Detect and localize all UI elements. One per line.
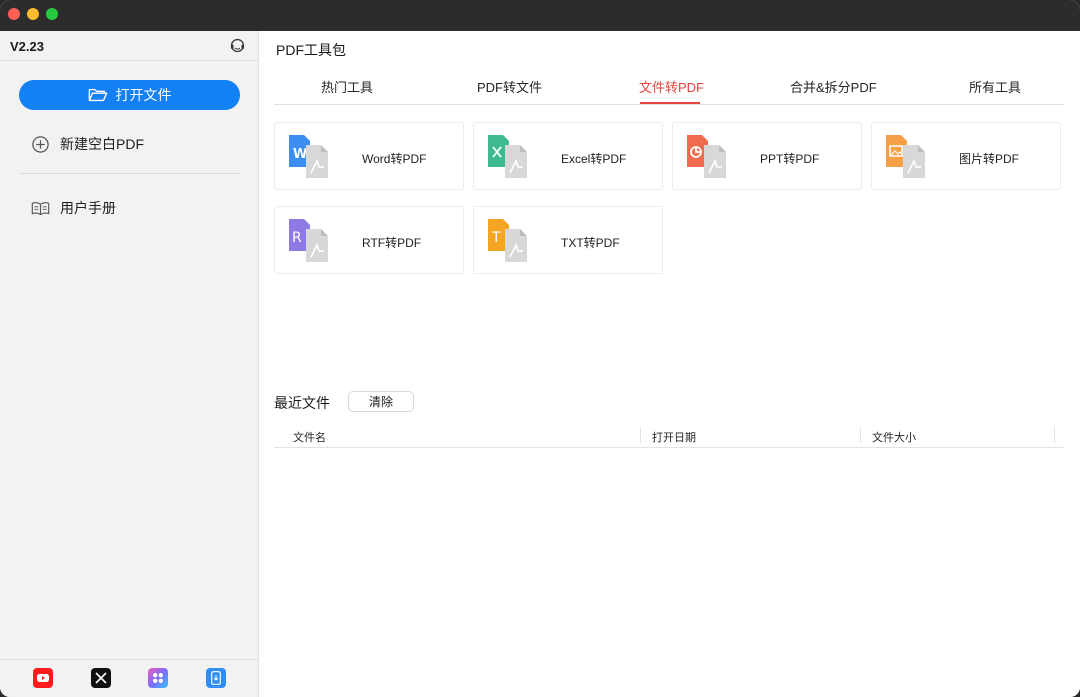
sidebar-divider <box>19 173 240 174</box>
column-header-file-name[interactable]: 文件名 <box>293 429 326 445</box>
tool-label: Excel转PDF <box>561 152 627 166</box>
tool-card-image-to-pdf[interactable]: 图片转PDF <box>871 122 1061 190</box>
txt-to-pdf-icon: T <box>488 219 527 262</box>
svg-text:W: W <box>293 147 307 162</box>
version-label: V2.23 <box>10 39 44 54</box>
column-separator[interactable] <box>640 427 641 443</box>
tool-card-word-to-pdf[interactable]: W Word转PDF <box>274 122 464 190</box>
sidebar: V2.23 打开文件 新建空白PDF 用户手册 <box>0 31 259 697</box>
app-window: V2.23 打开文件 新建空白PDF 用户手册 PDF工具包 热门工具 PDF转… <box>0 0 1080 697</box>
youtube-icon[interactable] <box>33 668 53 688</box>
tool-label: TXT转PDF <box>561 236 620 250</box>
title-bar <box>0 0 1080 31</box>
book-icon <box>31 201 50 215</box>
clear-recent-button[interactable]: 清除 <box>348 391 414 412</box>
column-separator[interactable] <box>860 427 861 443</box>
x-icon[interactable] <box>91 668 111 688</box>
ppt-to-pdf-icon <box>687 135 726 178</box>
open-file-button[interactable]: 打开文件 <box>19 80 240 110</box>
user-manual-label: 用户手册 <box>60 200 116 216</box>
column-header-open-date[interactable]: 打开日期 <box>652 429 696 445</box>
svg-text:R: R <box>292 230 302 246</box>
tab-bar: 热门工具 PDF转文件 文件转PDF 合并&拆分PDF 所有工具 <box>274 69 1064 105</box>
main-panel: PDF工具包 热门工具 PDF转文件 文件转PDF 合并&拆分PDF 所有工具 … <box>259 31 1080 697</box>
active-tab-indicator <box>640 102 700 104</box>
page-title: PDF工具包 <box>276 42 346 58</box>
tool-label: RTF转PDF <box>362 236 422 250</box>
plus-circle-icon <box>32 135 49 153</box>
tool-label: 图片转PDF <box>959 152 1020 166</box>
word-to-pdf-icon: W <box>289 135 328 178</box>
tool-card-ppt-to-pdf[interactable]: PPT转PDF <box>672 122 862 190</box>
tab-merge-split-pdf[interactable]: 合并&拆分PDF <box>790 77 877 96</box>
tab-all-tools[interactable]: 所有工具 <box>969 77 1021 96</box>
tool-card-txt-to-pdf[interactable]: T TXT转PDF <box>473 206 663 274</box>
download-app-icon[interactable] <box>206 668 226 688</box>
new-blank-pdf-item[interactable]: 新建空白PDF <box>31 133 144 155</box>
tool-label: Word转PDF <box>362 152 427 166</box>
zoom-window-button[interactable] <box>46 8 58 20</box>
column-separator[interactable] <box>1054 427 1055 443</box>
excel-to-pdf-icon <box>488 135 527 178</box>
tool-card-excel-to-pdf[interactable]: Excel转PDF <box>473 122 663 190</box>
minimize-window-button[interactable] <box>27 8 39 20</box>
sidebar-divider <box>0 60 259 61</box>
recent-files-table-header: 文件名 打开日期 文件大小 <box>274 425 1064 448</box>
close-window-button[interactable] <box>8 8 20 20</box>
open-file-label: 打开文件 <box>115 87 172 103</box>
user-manual-item[interactable]: 用户手册 <box>31 197 116 219</box>
tab-popular-tools[interactable]: 热门工具 <box>321 77 373 96</box>
tool-card-rtf-to-pdf[interactable]: R RTF转PDF <box>274 206 464 274</box>
rtf-to-pdf-icon: R <box>289 219 328 262</box>
sidebar-divider <box>0 659 259 660</box>
tab-file-to-pdf[interactable]: 文件转PDF <box>639 77 704 96</box>
tool-label: PPT转PDF <box>760 152 820 166</box>
support-headset-icon[interactable] <box>229 37 246 54</box>
folder-open-icon <box>88 88 107 102</box>
tab-pdf-to-file[interactable]: PDF转文件 <box>477 77 542 96</box>
svg-text:T: T <box>491 230 501 246</box>
apps-icon[interactable] <box>148 668 168 688</box>
recent-files-title: 最近文件 <box>274 395 330 411</box>
image-to-pdf-icon <box>886 135 925 178</box>
new-blank-pdf-label: 新建空白PDF <box>60 136 144 152</box>
column-header-file-size[interactable]: 文件大小 <box>872 429 916 445</box>
